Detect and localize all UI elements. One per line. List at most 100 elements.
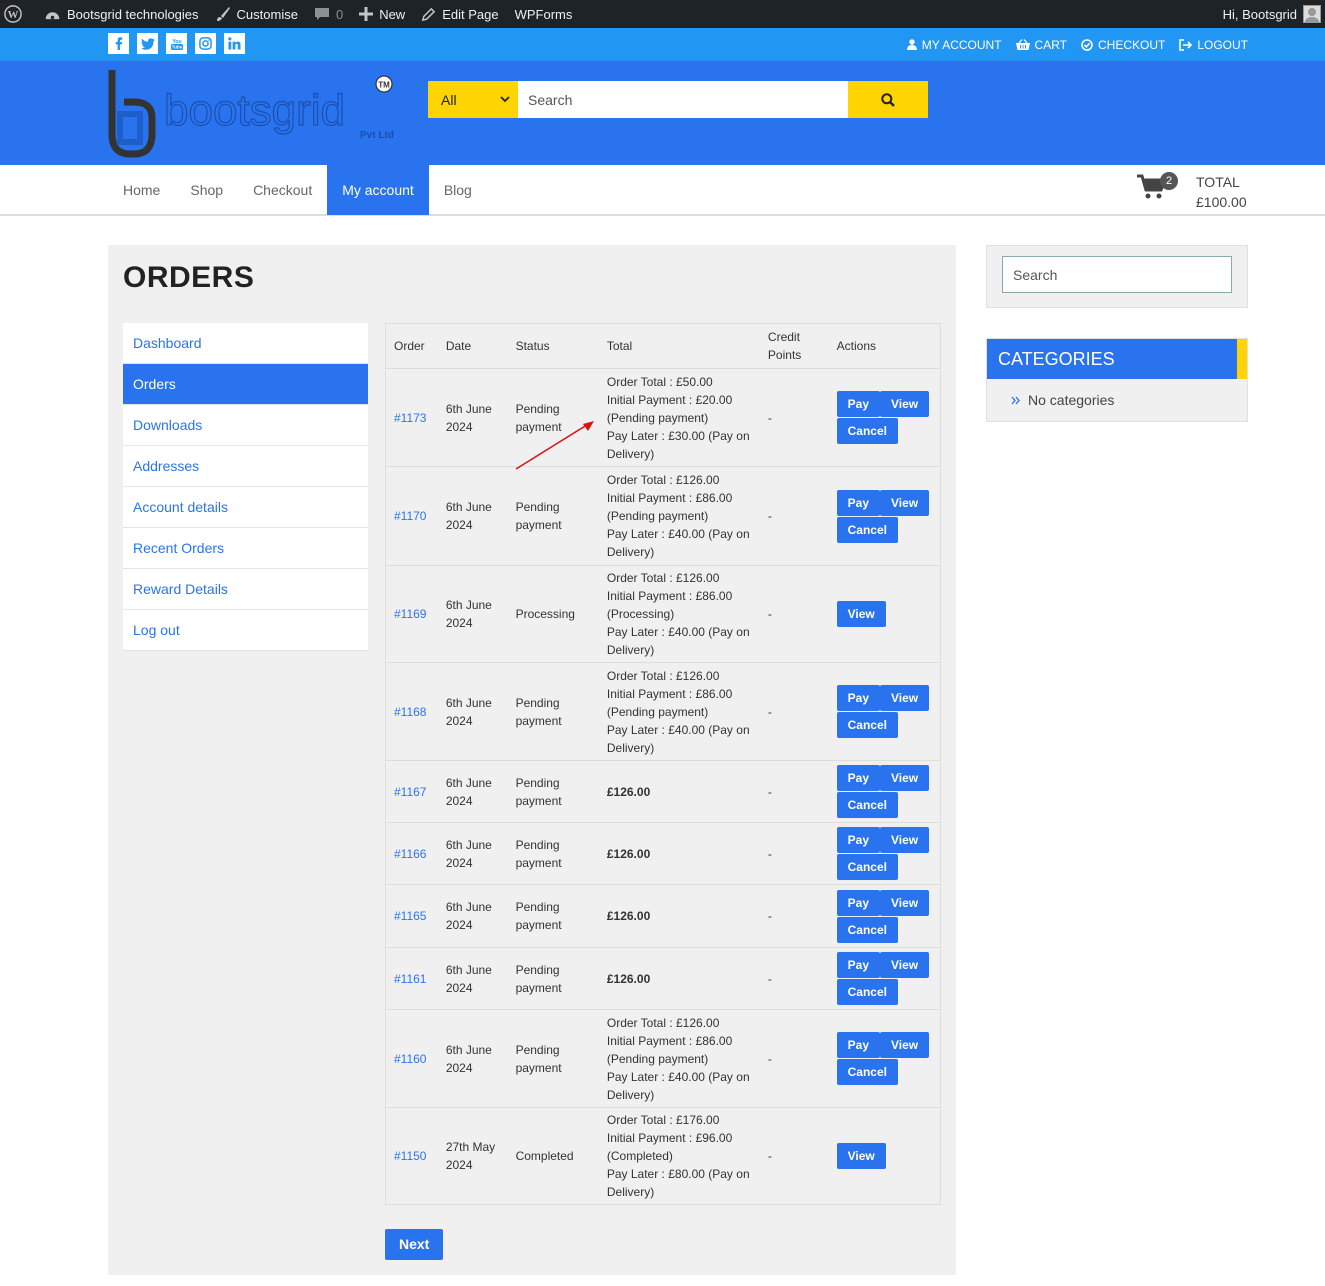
facebook-icon[interactable] <box>108 33 129 54</box>
table-row: #1168 6th June 2024 Pending payment Order T… <box>385 662 941 761</box>
basket-icon <box>1015 38 1030 50</box>
account-nav-log-out[interactable]: Log out <box>123 610 368 651</box>
order-actions: View <box>828 1107 941 1205</box>
my-account-menu[interactable]: Hi, Bootsgrid <box>1223 0 1321 28</box>
account-nav-recent-orders[interactable]: Recent Orders <box>123 528 368 569</box>
cancel-button[interactable]: Cancel <box>836 712 898 738</box>
instagram-icon[interactable] <box>195 33 216 54</box>
wordpress-icon: W <box>4 5 22 23</box>
new-content-link[interactable]: New <box>351 0 413 28</box>
view-button[interactable]: View <box>880 391 930 417</box>
view-button[interactable]: View <box>880 952 930 978</box>
order-total-line: Initial Payment : £86.00 (Pending paymen… <box>606 686 733 719</box>
comments-link[interactable]: 0 <box>306 0 351 28</box>
pay-button[interactable]: Pay <box>836 685 880 711</box>
cancel-button[interactable]: Cancel <box>836 418 898 444</box>
order-total-line: Pay Later : £40.00 (Pay on Delivery) <box>606 625 750 657</box>
account-nav-reward-details[interactable]: Reward Details <box>123 569 368 610</box>
order-number-link[interactable]: #1166 <box>394 847 426 861</box>
order-total-line: Order Total : £176.00 <box>606 1113 720 1127</box>
order-number-link[interactable]: #1150 <box>394 1149 426 1163</box>
order-status: Completed <box>507 1107 599 1205</box>
nav-my-account[interactable]: My account <box>327 165 429 215</box>
twitter-icon[interactable] <box>137 33 158 54</box>
nav-blog[interactable]: Blog <box>429 165 487 215</box>
cart-link[interactable]: CART <box>1015 38 1067 52</box>
pay-button[interactable]: Pay <box>836 765 880 791</box>
logout-link[interactable]: LOGOUT <box>1179 38 1248 52</box>
order-actions: View <box>828 565 941 663</box>
account-nav-account-details[interactable]: Account details <box>123 487 368 528</box>
search-button[interactable] <box>848 81 928 118</box>
table-row: #1150 27th May 2024 Completed Order Total :… <box>385 1107 941 1205</box>
nav-checkout[interactable]: Checkout <box>238 165 327 215</box>
view-button[interactable]: View <box>880 1032 930 1058</box>
trademark-mark: TM <box>378 81 390 90</box>
table-row: #1165 6th June 2024 Pending payment £126.00… <box>385 884 941 948</box>
view-button[interactable]: View <box>880 765 930 791</box>
category-select[interactable]: All <box>428 81 518 118</box>
site-name-link[interactable]: Bootsgrid technologies <box>36 0 207 28</box>
account-nav-orders[interactable]: Orders <box>123 364 368 405</box>
pay-button[interactable]: Pay <box>836 1032 880 1058</box>
search-input[interactable]: Search <box>518 81 848 118</box>
wpforms-link[interactable]: WPForms <box>507 0 581 28</box>
order-total-line: Order Total : £126.00 <box>606 473 720 487</box>
my-account-link[interactable]: MY ACCOUNT <box>906 38 1002 52</box>
account-nav-downloads[interactable]: Downloads <box>123 405 368 446</box>
credit-points: - <box>759 466 829 566</box>
nav-home[interactable]: Home <box>108 165 175 215</box>
order-actions: Pay View Cancel <box>828 947 941 1010</box>
order-total-line: Pay Later : £40.00 (Pay on Delivery) <box>606 722 750 755</box>
site-logo[interactable]: bootsgrid Pvt Ltd TM <box>108 70 398 158</box>
wp-logo-button[interactable]: W <box>0 0 36 28</box>
order-date: 6th June 2024 <box>437 947 508 1010</box>
next-page-button[interactable]: Next <box>385 1229 444 1260</box>
view-button[interactable]: View <box>880 889 930 916</box>
cancel-button[interactable]: Cancel <box>836 792 898 818</box>
view-button[interactable]: View <box>880 489 930 516</box>
account-nav-addresses[interactable]: Addresses <box>123 446 368 487</box>
wpforms-label: WPForms <box>514 6 573 22</box>
order-number-link[interactable]: #1161 <box>394 972 426 986</box>
pay-button[interactable]: Pay <box>836 952 880 978</box>
nav-shop[interactable]: Shop <box>175 165 238 215</box>
order-number-cell: #1150 <box>385 1107 438 1205</box>
mini-cart[interactable]: 2 TOTAL £100.00 <box>1137 172 1247 210</box>
customise-link[interactable]: Customise <box>207 0 306 28</box>
order-number-link[interactable]: #1165 <box>394 909 426 923</box>
order-total: Order Total : £126.00 Initial Payment : £… <box>598 565 760 663</box>
categories-title: CATEGORIES <box>987 339 1247 379</box>
order-number-link[interactable]: #1169 <box>394 607 426 621</box>
col-credit-points: Credit Points <box>759 323 829 369</box>
linkedin-icon[interactable] <box>224 33 245 54</box>
cancel-button[interactable]: Cancel <box>836 979 898 1005</box>
youtube-icon[interactable]: You Tube <box>166 33 187 54</box>
checkout-link[interactable]: CHECKOUT <box>1081 38 1165 52</box>
pay-button[interactable]: Pay <box>836 391 880 417</box>
cancel-button[interactable]: Cancel <box>836 916 898 943</box>
order-total-line: Pay Later : £40.00 (Pay on Delivery) <box>606 527 750 559</box>
order-number-cell: #1160 <box>385 1009 438 1108</box>
account-nav-dashboard[interactable]: Dashboard <box>123 323 368 364</box>
view-button[interactable]: View <box>836 601 886 627</box>
pay-button[interactable]: Pay <box>836 489 880 516</box>
order-number-link[interactable]: #1160 <box>394 1052 426 1066</box>
view-button[interactable]: View <box>880 827 930 853</box>
order-number-link[interactable]: #1173 <box>394 411 426 425</box>
order-number-link[interactable]: #1167 <box>394 785 426 799</box>
pay-button[interactable]: Pay <box>836 827 880 853</box>
sidebar-search-input[interactable]: Search <box>1002 256 1232 293</box>
cancel-button[interactable]: Cancel <box>836 1059 898 1085</box>
view-button[interactable]: View <box>836 1143 886 1169</box>
cancel-button[interactable]: Cancel <box>836 516 898 543</box>
cancel-button[interactable]: Cancel <box>836 854 898 880</box>
wp-admin-bar: W Bootsgrid technologies Customise 0 New… <box>0 0 1325 28</box>
order-number-link[interactable]: #1170 <box>394 509 426 523</box>
credit-points: - <box>759 822 829 885</box>
edit-page-link[interactable]: Edit Page <box>413 0 506 28</box>
chevron-down-icon <box>500 96 510 103</box>
pay-button[interactable]: Pay <box>836 889 880 916</box>
order-number-link[interactable]: #1168 <box>394 705 426 719</box>
view-button[interactable]: View <box>880 685 930 711</box>
